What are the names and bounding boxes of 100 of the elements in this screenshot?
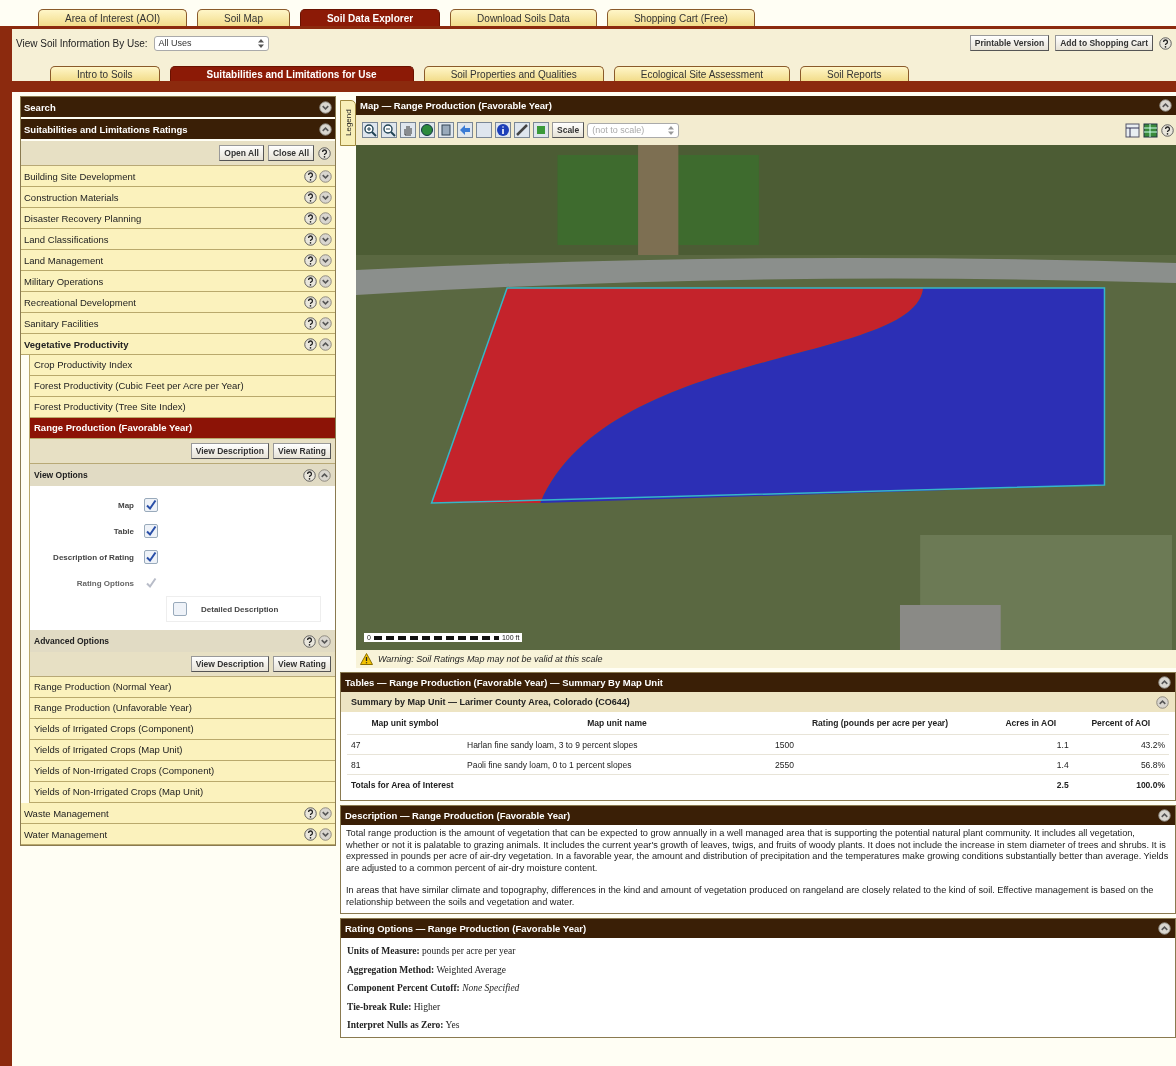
panel-button[interactable]: View Rating [272,443,331,459]
panel-title: Rating Options — Range Production (Favorable Year) [345,923,587,934]
collapse-icon[interactable] [1159,99,1172,112]
rating-item[interactable]: Yields of Irrigated Crops (Component) [30,719,335,740]
nav-tab[interactable]: Soil Map [197,9,290,26]
help-icon[interactable] [304,232,317,246]
help-icon[interactable] [318,146,331,160]
use-select[interactable]: All Uses [153,35,269,51]
checkbox[interactable] [144,524,158,538]
panel-header[interactable]: Search [21,97,335,119]
zoom-in-tool-button[interactable] [362,122,378,138]
back-arrow-tool-button[interactable] [457,122,473,138]
rating-item[interactable]: Forest Productivity (Cubic Feet per Acre per Year) [30,376,335,397]
section-tab[interactable]: Ecological Site Assessment [613,66,791,81]
category-row[interactable]: Recreational Development [21,292,335,313]
category-row[interactable]: Land Management [21,250,335,271]
options-header[interactable]: Advanced Options [30,630,335,652]
help-icon[interactable] [303,468,316,482]
category-row[interactable]: Sanitary Facilities [21,313,335,334]
help-icon[interactable] [304,169,317,183]
panel-button[interactable]: View Rating [272,656,331,672]
toolbar-button[interactable]: Add to Shopping Cart [1055,35,1153,51]
expand-icon[interactable] [319,827,332,841]
expand-icon[interactable] [319,232,332,246]
rating-item[interactable]: Range Production (Unfavorable Year) [30,698,335,719]
scale-button[interactable]: Scale [552,122,585,138]
section-tab[interactable]: Suitabilities and Limitations for Use [169,66,414,81]
rating-item[interactable]: Crop Productivity Index [30,355,335,376]
toolbar-button[interactable]: Printable Version [969,35,1050,51]
rating-item[interactable]: Yields of Non-Irrigated Crops (Component) [30,761,335,782]
expand-icon[interactable] [319,316,332,330]
blank-tool-button[interactable] [476,122,492,138]
help-icon[interactable] [304,806,317,820]
checkbox[interactable] [173,602,187,616]
info-tool-button[interactable] [495,122,511,138]
category-row[interactable]: Military Operations [21,271,335,292]
expand-icon[interactable] [319,806,332,820]
rating-item[interactable]: Yields of Non-Irrigated Crops (Map Unit) [30,782,335,803]
panel-button[interactable]: View Description [190,656,269,672]
zoom-out-tool-button[interactable] [381,122,397,138]
rating-item[interactable]: Range Production (Normal Year) [30,677,335,698]
table-icon[interactable] [1143,122,1158,138]
ruler-tool-button[interactable] [514,122,530,138]
rating-item[interactable]: Yields of Irrigated Crops (Map Unit) [30,740,335,761]
collapse-icon[interactable] [318,468,331,482]
collapse-icon[interactable] [1158,809,1171,822]
expand-icon[interactable] [319,169,332,183]
expand-icon[interactable] [319,211,332,225]
section-tab[interactable]: Soil Reports [800,66,909,81]
help-icon[interactable] [304,827,317,841]
category-row[interactable]: Waste Management [21,803,335,824]
nav-tab[interactable]: Shopping Cart (Free) [606,9,755,26]
checkbox[interactable] [144,550,158,564]
category-row[interactable]: Land Classifications [21,229,335,250]
aerial-map-drawing[interactable] [356,145,1176,650]
expand-icon[interactable] [319,274,332,288]
help-icon[interactable] [304,295,317,309]
category-label: Water Management [24,828,108,840]
collapse-icon[interactable] [1158,676,1171,689]
panel-button[interactable]: View Description [190,443,269,459]
category-label: Military Operations [24,275,104,287]
help-icon[interactable] [304,211,317,225]
rating-item[interactable]: Range Production (Favorable Year) [30,418,335,439]
globe-tool-button[interactable] [419,122,435,138]
collapse-icon[interactable] [319,122,332,136]
help-icon[interactable] [304,337,317,351]
options-header[interactable]: View Options [30,464,335,486]
help-icon[interactable] [304,190,317,204]
legend-tab[interactable]: Legend [340,100,356,146]
category-row[interactable]: Building Site Development [21,166,335,187]
help-icon[interactable] [304,253,317,267]
category-row[interactable]: Water Management [21,824,335,845]
panel-button[interactable]: Open All [219,145,264,161]
nav-tab[interactable]: Soil Data Explorer [299,9,441,26]
expand-icon[interactable] [318,634,331,648]
expand-icon[interactable] [319,295,332,309]
warning-icon [360,653,373,665]
category-row[interactable]: Construction Materials [21,187,335,208]
panel-header[interactable]: Suitabilities and Limitations Ratings [21,119,335,141]
section-tab[interactable]: Soil Properties and Qualities [423,66,604,81]
help-icon[interactable] [304,274,317,288]
category-row[interactable]: Disaster Recovery Planning [21,208,335,229]
collapse-icon[interactable] [1158,922,1171,935]
rating-item[interactable]: Forest Productivity (Tree Site Index) [30,397,335,418]
expand-icon[interactable] [319,190,332,204]
checkbox[interactable] [144,498,158,512]
help-icon[interactable] [1161,123,1174,137]
help-icon[interactable] [304,316,317,330]
expand-icon[interactable] [319,100,332,114]
collapse-icon[interactable] [1156,695,1169,709]
category-row[interactable]: Vegetative Productivity [21,334,335,355]
expand-icon[interactable] [319,253,332,267]
section-tab[interactable]: Intro to Soils [50,66,160,81]
nav-tab[interactable]: Area of Interest (AOI) [38,9,188,26]
help-icon[interactable] [303,634,316,648]
collapse-icon[interactable] [319,337,332,351]
help-icon[interactable] [1159,36,1172,50]
panel-button[interactable]: Close All [267,145,314,161]
layout-icon[interactable] [1125,122,1140,138]
nav-tab[interactable]: Download Soils Data [450,9,597,26]
